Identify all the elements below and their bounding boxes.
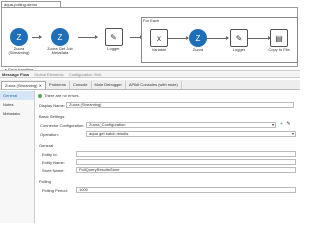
tab-console[interactable]: Console xyxy=(70,80,92,89)
bottom-panel-tabs: Zuora (Streaming) ✕ Problems Console Mul… xyxy=(0,80,300,90)
ok-status-icon xyxy=(38,93,42,98)
flow-node-zuora[interactable]: Z Zuora xyxy=(186,29,210,52)
display-name-label: Display Name: xyxy=(39,103,66,108)
store-name-label: Store Name: xyxy=(42,168,65,173)
flow-node-zuora-get-job-metadata[interactable]: Z Zuora Get Job Metadata xyxy=(40,28,80,55)
flow-canvas: aqua-polling-demo Z Zuora (Streaming) Z … xyxy=(0,0,300,72)
flow-connector xyxy=(78,35,98,39)
logger-icon: ✎ xyxy=(104,28,123,46)
tab-problems[interactable]: Problems xyxy=(46,80,70,89)
status-message: There are no errors. xyxy=(38,93,80,98)
connector-config-label: Connector Configuration: xyxy=(40,123,85,128)
status-text: There are no errors. xyxy=(44,93,80,98)
zuora-icon: Z xyxy=(10,28,28,46)
properties-form: There are no errors. Display Name: Zuora… xyxy=(36,91,300,223)
flow-node-logger-2[interactable]: ✎ Logger xyxy=(227,29,251,52)
sidebar-item-notes[interactable]: Notes xyxy=(0,100,34,109)
tab-apikit-consoles[interactable]: APIkit Consoles (with mule) xyxy=(126,80,182,89)
display-name-field[interactable]: Zuora (Streaming) xyxy=(66,102,294,108)
add-config-icon[interactable]: + xyxy=(279,122,284,127)
tab-message-flow[interactable]: Message Flow xyxy=(2,72,29,77)
for-each-scope[interactable]: For Each x Variable Z Zuora ✎ Logger ▤ C… xyxy=(141,17,298,63)
flow-node-zuora-streaming[interactable]: Z Zuora (Streaming) xyxy=(4,28,34,55)
for-each-label: For Each xyxy=(143,18,160,23)
operation-select[interactable]: aqua get batch results xyxy=(86,131,296,137)
logger-icon: ✎ xyxy=(230,29,248,47)
tab-mule-debugger[interactable]: Mule Debugger xyxy=(92,80,126,89)
tab-configuration-xml[interactable]: Configuration XML xyxy=(69,72,102,77)
sidebar-item-general[interactable]: General xyxy=(0,91,34,100)
flow-connector xyxy=(206,36,229,40)
entity-name-field[interactable] xyxy=(76,159,296,165)
store-name-field[interactable]: PollQueryResultsStore xyxy=(76,167,296,173)
flow-node-copy-to-file[interactable]: ▤ Copy to File xyxy=(264,29,294,52)
flow-connector xyxy=(168,36,189,40)
variable-icon: x xyxy=(150,29,168,47)
flow-panel: Z Zuora (Streaming) Z Zuora Get Job Meta… xyxy=(1,7,298,72)
edit-config-icon[interactable]: ✎ xyxy=(286,122,291,127)
properties-sidebar: General Notes Metadata xyxy=(0,91,35,223)
zuora-icon: Z xyxy=(51,28,69,46)
connector-config-select[interactable]: Zuora_Configuration xyxy=(86,122,276,128)
section-basic-settings: Basic Settings xyxy=(39,114,65,119)
flow-node-logger[interactable]: ✎ Logger xyxy=(96,28,131,51)
section-polling: Polling xyxy=(39,179,52,184)
section-general: General xyxy=(39,143,54,148)
zuora-icon: Z xyxy=(189,29,207,47)
flow-node-variable[interactable]: x Variable xyxy=(147,29,171,52)
tab-zuora-streaming[interactable]: Zuora (Streaming) ✕ xyxy=(1,80,46,89)
polling-period-field[interactable]: 1000 xyxy=(76,187,296,193)
file-icon: ▤ xyxy=(270,29,288,47)
sidebar-item-metadata[interactable]: Metadata xyxy=(0,109,34,118)
entity-id-label: Entity Id: xyxy=(42,152,58,157)
editor-view-tabs: Message Flow Global Elements Configurati… xyxy=(0,70,300,78)
tab-global-elements[interactable]: Global Elements xyxy=(34,72,63,77)
polling-period-label: Polling Period: xyxy=(42,188,68,193)
entity-name-label: Entity Name: xyxy=(42,160,65,165)
operation-label: Operation: xyxy=(40,132,59,137)
entity-id-field[interactable] xyxy=(76,151,296,157)
